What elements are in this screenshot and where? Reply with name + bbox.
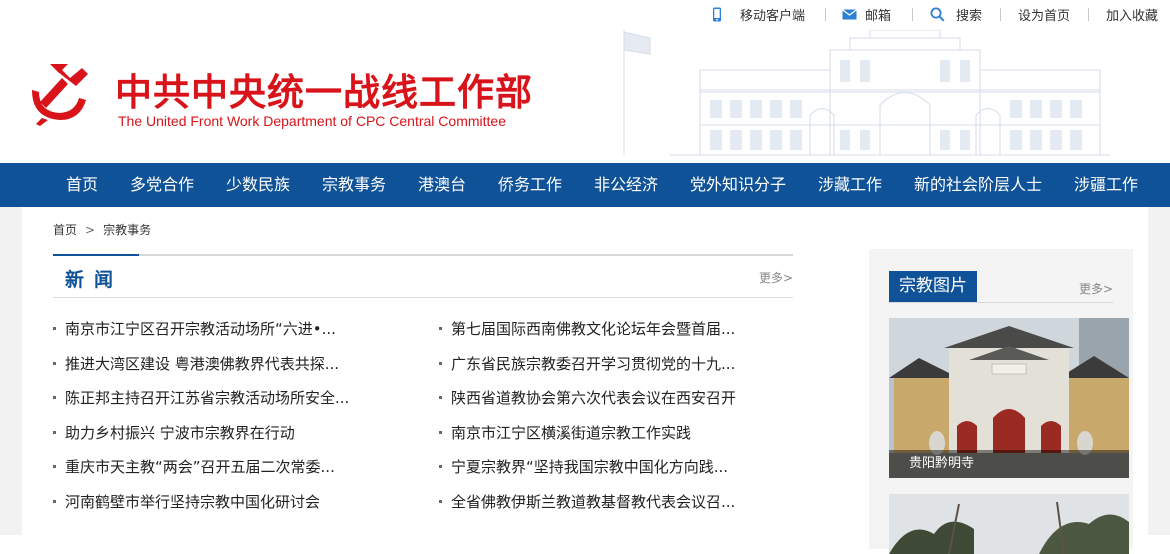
nav-item-xinjiang[interactable]: 涉疆工作	[1074, 163, 1138, 207]
search-link[interactable]: 搜索	[930, 5, 982, 24]
news-item[interactable]: 南京市江宁区召开宗教活动场所“六进•...	[53, 318, 349, 353]
news-more-link[interactable]: 更多>	[759, 269, 793, 286]
news-item[interactable]: 全省佛教伊斯兰教道教基督教代表会议召...	[439, 491, 736, 526]
divider	[825, 8, 826, 21]
search-label: 搜索	[956, 9, 983, 24]
news-list-right: 第七届国际西南佛教文化论坛年会暨首届... 广东省民族宗教委召开学习贯彻党的十九…	[439, 318, 736, 525]
nav-item-intellectuals[interactable]: 党外知识分子	[690, 163, 786, 207]
news-section-title: 新闻	[65, 269, 124, 291]
nav-item-hk-macao-taiwan[interactable]: 港澳台	[418, 163, 466, 207]
site-title: 中共中央统一战线工作部	[115, 71, 533, 114]
photo-panel-title: 宗教图片	[889, 271, 977, 302]
photo-more-link[interactable]: 更多>	[1079, 280, 1113, 297]
nav-item-ethnic[interactable]: 少数民族	[226, 163, 290, 207]
news-list-left: 南京市江宁区召开宗教活动场所“六进•... 推进大湾区建设 粤港澳佛教界代表共探…	[53, 318, 349, 525]
news-item[interactable]: 陕西省道教协会第六次代表会议在西安召开	[439, 387, 736, 422]
news-item[interactable]: 推进大湾区建设 粤港澳佛教界代表共探...	[53, 353, 349, 388]
mobile-client-label: 移动客户端	[740, 9, 806, 24]
set-homepage-link[interactable]: 设为首页	[1018, 5, 1070, 24]
breadcrumb-home[interactable]: 首页	[53, 223, 77, 237]
main-nav: 首页 多党合作 少数民族 宗教事务 港澳台 侨务工作 非公经济 党外知识分子 涉…	[0, 163, 1170, 207]
photo-card[interactable]	[889, 494, 1129, 554]
mobile-phone-icon	[713, 7, 721, 22]
photo-panel: 宗教图片 更多> 贵阳黔明寺	[869, 249, 1133, 554]
add-favorite-link[interactable]: 加入收藏	[1106, 5, 1158, 24]
search-icon	[930, 7, 945, 22]
news-item[interactable]: 宁夏宗教界“坚持我国宗教中国化方向践...	[439, 456, 736, 491]
mail-icon	[842, 9, 857, 20]
party-emblem-icon	[32, 64, 88, 126]
nav-item-private-economy[interactable]: 非公经济	[594, 163, 658, 207]
nav-item-religion[interactable]: 宗教事务	[322, 163, 386, 207]
garden-photo	[889, 494, 1129, 554]
divider	[1000, 8, 1001, 21]
nav-item-multiparty[interactable]: 多党合作	[130, 163, 194, 207]
breadcrumb-current[interactable]: 宗教事务	[103, 223, 151, 237]
nav-item-new-social-strata[interactable]: 新的社会阶层人士	[914, 163, 1042, 207]
divider	[1088, 8, 1089, 21]
breadcrumb: 首页 > 宗教事务	[53, 221, 151, 238]
site-header: 中共中央统一战线工作部 The United Front Work Depart…	[0, 30, 1170, 163]
nav-item-tibet[interactable]: 涉藏工作	[818, 163, 882, 207]
breadcrumb-arrow: >	[85, 223, 96, 237]
nav-item-home[interactable]: 首页	[66, 163, 98, 207]
main-content: 首页 > 宗教事务 新闻 更多> 南京市江宁区召开宗教活动场所“六进•... 推进大…	[22, 207, 1148, 554]
news-item[interactable]: 助力乡村振兴 宁波市宗教界在行动	[53, 422, 349, 457]
building-illustration	[623, 30, 1110, 156]
utility-bar: 移动客户端 邮箱 搜索 设为首页 加入收藏	[0, 0, 1170, 30]
mail-link[interactable]: 邮箱	[842, 5, 891, 24]
mobile-client-link[interactable]: 移动客户端	[712, 5, 805, 24]
news-item[interactable]: 南京市江宁区横溪街道宗教工作实践	[439, 422, 736, 457]
news-item[interactable]: 重庆市天主教“两会”召开五届二次常委...	[53, 456, 349, 491]
divider	[53, 297, 793, 298]
photo-panel-header: 宗教图片 更多>	[889, 271, 1113, 303]
divider	[912, 8, 913, 21]
photo-caption: 贵阳黔明寺	[889, 450, 1129, 478]
news-header-line	[53, 254, 793, 256]
news-item[interactable]: 广东省民族宗教委召开学习贯彻党的十九...	[439, 353, 736, 388]
mail-label: 邮箱	[865, 9, 892, 24]
site-subtitle: The United Front Work Department of CPC …	[118, 113, 506, 129]
news-item[interactable]: 河南鹤壁市举行坚持宗教中国化研讨会	[53, 491, 349, 526]
news-item[interactable]: 第七届国际西南佛教文化论坛年会暨首届...	[439, 318, 736, 353]
news-item[interactable]: 陈正邦主持召开江苏省宗教活动场所安全...	[53, 387, 349, 422]
photo-card[interactable]: 贵阳黔明寺	[889, 318, 1129, 478]
nav-item-overseas[interactable]: 侨务工作	[498, 163, 562, 207]
